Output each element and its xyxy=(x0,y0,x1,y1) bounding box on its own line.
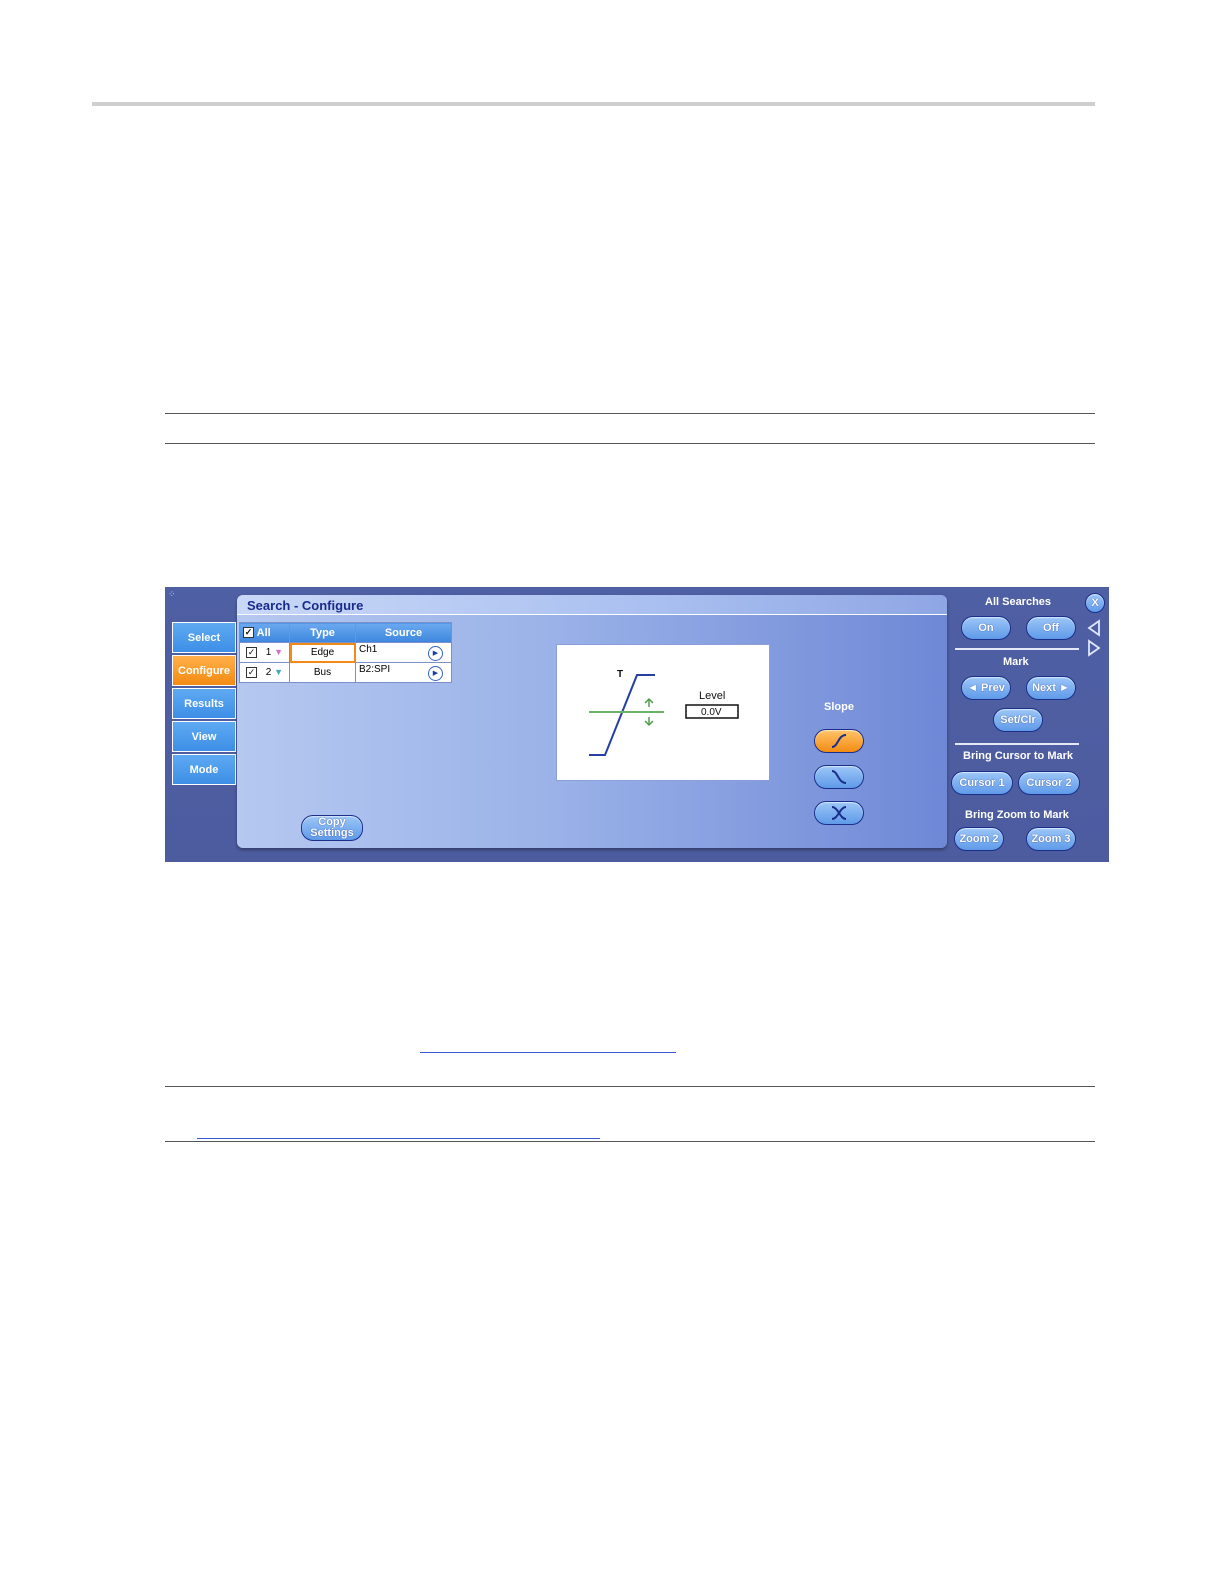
tab-view[interactable]: View xyxy=(172,721,236,752)
header-rule xyxy=(92,102,1095,106)
resize-grip-icon[interactable]: ⁘ xyxy=(168,589,175,600)
either-edge-icon xyxy=(831,806,847,820)
panel-title: Search - Configure xyxy=(247,598,364,613)
all-searches-label: All Searches xyxy=(985,596,1052,608)
play-arrow-icon[interactable]: ▶ xyxy=(428,666,443,681)
search-configure-screenshot: ⁘ Select Configure Results View Mode Sea… xyxy=(165,587,1109,862)
play-arrow-icon[interactable]: ▶ xyxy=(428,646,443,661)
panel-expand-right-icon[interactable] xyxy=(1086,639,1102,657)
section-rule-top-1 xyxy=(165,413,1095,414)
searches-off-button[interactable]: Off xyxy=(1026,616,1076,640)
copy-settings-button[interactable]: Copy Settings xyxy=(301,815,363,841)
section-rule-bottom-2 xyxy=(165,1141,1095,1142)
source-header: Source xyxy=(355,622,452,643)
panel-collapse-left-icon[interactable] xyxy=(1086,619,1102,637)
source-value: B2:SPI xyxy=(359,664,391,675)
bring-zoom-label: Bring Zoom to Mark xyxy=(965,809,1069,821)
source-cell[interactable]: B2:SPI ▶ xyxy=(355,662,452,683)
edge-waveform-icon xyxy=(589,674,739,756)
row-checkbox[interactable]: ✓ xyxy=(246,666,257,678)
rising-edge-icon xyxy=(831,734,847,748)
prev-mark-button[interactable]: ◄ Prev xyxy=(961,676,1011,700)
next-mark-button[interactable]: Next ► xyxy=(1026,676,1076,700)
bring-cursor-label: Bring Cursor to Mark xyxy=(963,750,1074,762)
all-checkbox[interactable]: ✓ xyxy=(243,627,254,639)
level-label: Level xyxy=(699,690,726,702)
trigger-mark: T xyxy=(617,669,624,680)
side-divider xyxy=(955,648,1079,650)
table-row[interactable]: ✓ 2 ▼ Bus B2:SPI ▶ xyxy=(239,662,452,683)
row-number: 1 xyxy=(265,647,272,659)
link-underline-2[interactable] xyxy=(197,1138,600,1139)
tab-select[interactable]: Select xyxy=(172,622,236,653)
edge-diagram: T Level 0.0V xyxy=(556,644,770,781)
search-marker-icon: ▼ xyxy=(274,667,284,678)
tab-configure[interactable]: Configure xyxy=(172,655,236,686)
either-slope-button[interactable] xyxy=(814,801,864,825)
level-value[interactable]: 0.0V xyxy=(701,707,722,718)
cursor1-button[interactable]: Cursor 1 xyxy=(951,771,1013,795)
row-select-cell[interactable]: ✓ 1 ▼ xyxy=(239,642,290,663)
section-rule-bottom-1 xyxy=(165,1086,1095,1087)
close-button[interactable]: X xyxy=(1085,593,1105,613)
cursor2-button[interactable]: Cursor 2 xyxy=(1018,771,1080,795)
zoom2-button[interactable]: Zoom 2 xyxy=(954,827,1004,851)
rising-slope-button[interactable] xyxy=(814,729,864,753)
row-number: 2 xyxy=(265,667,272,679)
type-cell[interactable]: Bus xyxy=(289,662,356,683)
panel-title-bar: Search - Configure xyxy=(237,595,947,615)
tab-mode[interactable]: Mode xyxy=(172,754,236,785)
row-checkbox[interactable]: ✓ xyxy=(246,646,257,658)
configure-panel: Search - Configure ✓ All Type Source ✓ 1… xyxy=(237,595,947,848)
falling-slope-button[interactable] xyxy=(814,765,864,789)
falling-edge-icon xyxy=(831,770,847,784)
side-divider xyxy=(955,743,1079,745)
section-rule-top-2 xyxy=(165,443,1095,444)
search-marker-icon: ▼ xyxy=(274,647,284,658)
table-row[interactable]: ✓ 1 ▼ Edge Ch1 ▶ xyxy=(239,642,452,663)
source-cell[interactable]: Ch1 ▶ xyxy=(355,642,452,663)
search-table: ✓ All Type Source ✓ 1 ▼ Edge Ch1 ▶ ✓ 2 ▼… xyxy=(239,622,452,683)
link-underline-1[interactable] xyxy=(420,1052,676,1053)
type-cell[interactable]: Edge xyxy=(289,642,356,663)
set-clear-mark-button[interactable]: Set/Clr xyxy=(993,708,1043,732)
all-header[interactable]: ✓ All xyxy=(239,622,290,643)
type-header: Type xyxy=(289,622,356,643)
slope-label: Slope xyxy=(824,701,854,713)
mark-label: Mark xyxy=(1003,656,1029,668)
tab-results[interactable]: Results xyxy=(172,688,236,719)
searches-on-button[interactable]: On xyxy=(961,616,1011,640)
row-select-cell[interactable]: ✓ 2 ▼ xyxy=(239,662,290,683)
all-header-label: All xyxy=(256,626,271,639)
source-value: Ch1 xyxy=(359,644,378,655)
zoom3-button[interactable]: Zoom 3 xyxy=(1026,827,1076,851)
